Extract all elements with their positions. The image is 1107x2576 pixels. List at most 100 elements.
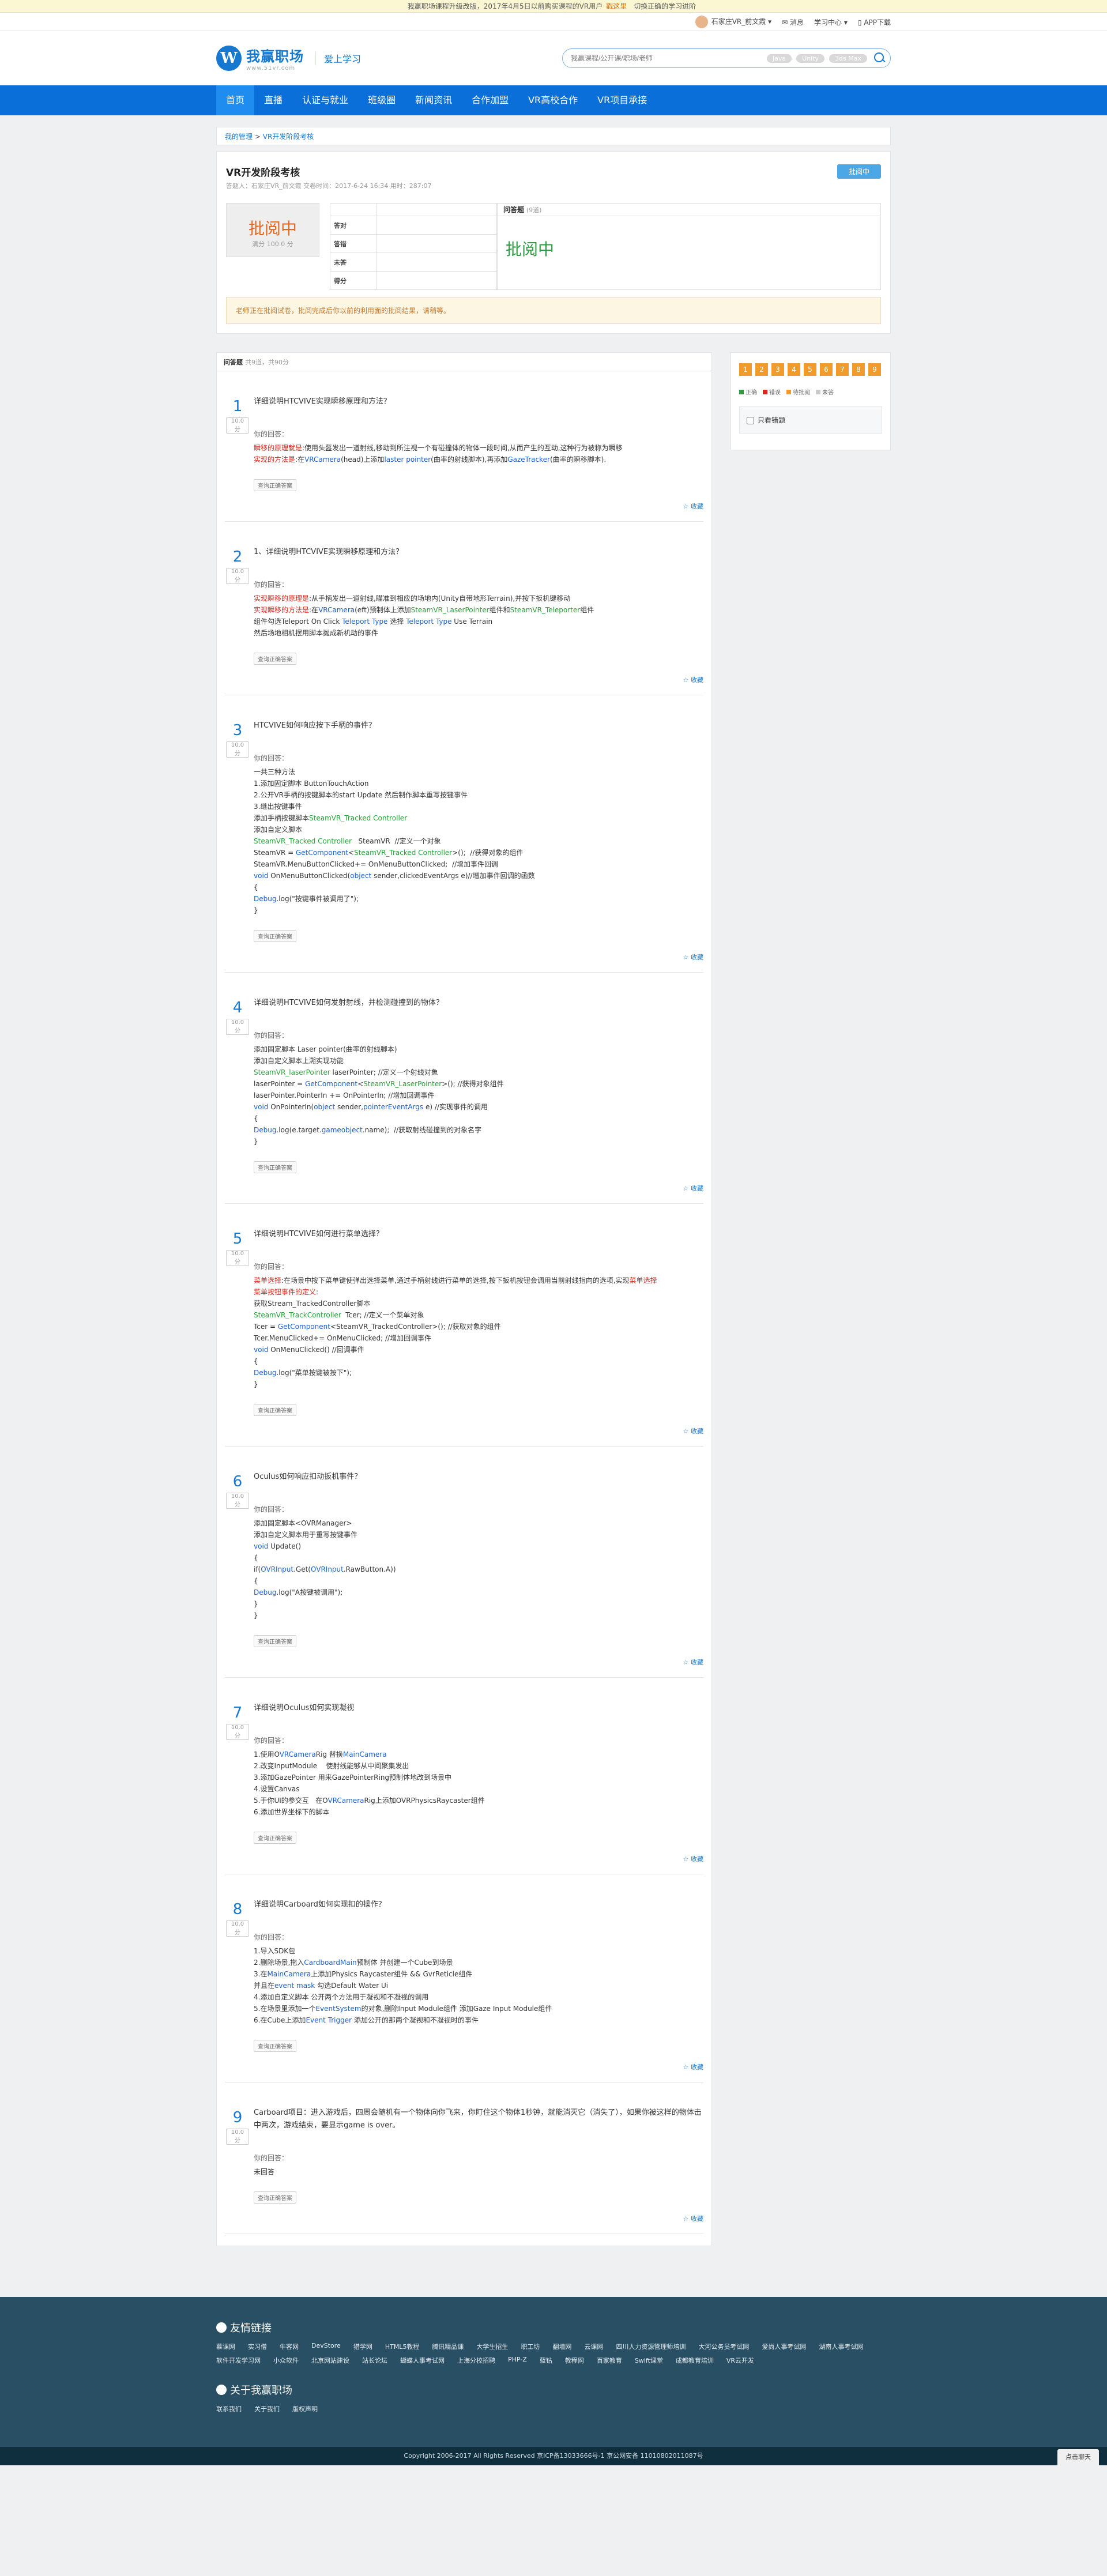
- about-link[interactable]: 关于我们: [254, 2404, 280, 2413]
- message-link[interactable]: ✉ 消息: [782, 17, 804, 27]
- breadcrumb-current[interactable]: VR开发阶段考核: [263, 133, 314, 141]
- answer-block: 你的回答： 未回答 查询正确答案: [254, 2153, 703, 2204]
- friend-link[interactable]: PHP-Z: [508, 2356, 527, 2365]
- question-index: 2: [232, 548, 243, 566]
- question-nav-item[interactable]: 3: [771, 363, 784, 376]
- question-title: 详细说明HTCVIVE如何进行菜单选择？: [254, 1230, 383, 1238]
- search-icon[interactable]: [872, 51, 887, 66]
- links-title: 友情链接: [230, 2322, 272, 2334]
- friend-link[interactable]: DevStore: [311, 2342, 341, 2351]
- about-link[interactable]: 版权声明: [292, 2404, 318, 2413]
- legend-item: 待批阅: [786, 387, 810, 396]
- favorite-button[interactable]: ☆ 收藏: [225, 2062, 703, 2072]
- legend-item: 正确: [739, 387, 757, 396]
- question-nav-item[interactable]: 4: [788, 363, 800, 376]
- show-answer-button[interactable]: 查询正确答案: [254, 2040, 296, 2052]
- friend-link[interactable]: 职工坊: [521, 2342, 540, 2351]
- nav-item-live[interactable]: 直播: [254, 85, 292, 115]
- show-answer-button[interactable]: 查询正确答案: [254, 1832, 296, 1844]
- favorite-button[interactable]: ☆ 收藏: [225, 1184, 703, 1193]
- question-score: 10.0分: [226, 1250, 249, 1266]
- nav-item-home[interactable]: 首页: [216, 85, 255, 115]
- question-nav-item[interactable]: 8: [852, 363, 865, 376]
- question-nav-item[interactable]: 1: [739, 363, 752, 376]
- about-link[interactable]: 联系我们: [216, 2404, 242, 2413]
- learn-center-link[interactable]: 学习中心 ▾: [814, 17, 848, 27]
- friend-link[interactable]: 小众软件: [273, 2356, 299, 2365]
- result-key: 得分: [330, 271, 376, 290]
- favorite-label: 收藏: [691, 1659, 703, 1666]
- friend-link[interactable]: 上海分校招聘: [457, 2356, 495, 2365]
- question-nav-item[interactable]: 7: [836, 363, 849, 376]
- friend-link[interactable]: 爱尚人事考试网: [762, 2342, 806, 2351]
- favorite-button[interactable]: ☆ 收藏: [225, 675, 703, 684]
- friend-link[interactable]: 软件开发学习网: [216, 2356, 261, 2365]
- favorite-button[interactable]: ☆ 收藏: [225, 1658, 703, 1667]
- question-number-grid: 123456789: [739, 363, 882, 376]
- friend-link[interactable]: 大学生招生: [476, 2342, 508, 2351]
- question-score: 10.0分: [226, 741, 249, 758]
- nav-item-certification[interactable]: 认证与就业: [292, 85, 358, 115]
- friend-link[interactable]: 蓝钻: [540, 2356, 552, 2365]
- answer-block: 你的回答： 1.使用OVRCameraRig 替换MainCamera 2.改变I…: [254, 1735, 703, 1844]
- question-nav-item[interactable]: 9: [868, 363, 881, 376]
- question-title: 详细说明Carboard如何实现扣的操作？: [254, 1900, 386, 1909]
- friend-link[interactable]: 蝴蝶人事考试网: [400, 2356, 445, 2365]
- favorite-button[interactable]: ☆ 收藏: [225, 502, 703, 511]
- show-answer-button[interactable]: 查询正确答案: [254, 2191, 296, 2204]
- notice-link[interactable]: 戳这里: [606, 2, 627, 10]
- favorite-button[interactable]: ☆ 收藏: [225, 952, 703, 962]
- show-answer-button[interactable]: 查询正确答案: [254, 653, 296, 665]
- friend-link[interactable]: 站长论坛: [362, 2356, 387, 2365]
- question-score: 10.0分: [226, 417, 249, 434]
- site-logo[interactable]: W 我赢职场 www.51vr.com: [216, 45, 304, 71]
- friend-link[interactable]: 牛客网: [280, 2342, 299, 2351]
- search-input[interactable]: [571, 54, 762, 62]
- friend-link[interactable]: 百家教育: [597, 2356, 622, 2365]
- friend-link[interactable]: 腾讯精品课: [432, 2342, 464, 2351]
- nav-item-class-circle[interactable]: 班级圈: [358, 85, 405, 115]
- friend-link[interactable]: Swift课堂: [635, 2356, 663, 2365]
- only-wrong-checkbox[interactable]: [747, 417, 754, 424]
- friend-link[interactable]: 云课网: [584, 2342, 603, 2351]
- show-answer-button[interactable]: 查询正确答案: [254, 1161, 296, 1173]
- show-answer-button[interactable]: 查询正确答案: [254, 1635, 296, 1647]
- show-answer-button[interactable]: 查询正确答案: [254, 479, 296, 491]
- friend-link[interactable]: HTML5教程: [385, 2342, 420, 2351]
- search-tag[interactable]: Unity: [796, 54, 825, 63]
- search-tag[interactable]: Java: [766, 54, 792, 63]
- question-nav-item[interactable]: 2: [755, 363, 768, 376]
- friend-link[interactable]: VR云开发: [726, 2356, 754, 2365]
- answer-text: 添加固定脚本<OVRManager> 添加自定义脚本用于重写按键事件 void …: [254, 1519, 396, 1620]
- search-tag[interactable]: 3ds Max: [829, 54, 867, 63]
- nav-item-vr-college[interactable]: VR高校合作: [518, 85, 588, 115]
- question-nav-item[interactable]: 6: [820, 363, 833, 376]
- favorite-button[interactable]: ☆ 收藏: [225, 1854, 703, 1863]
- friend-link[interactable]: 实习僧: [248, 2342, 267, 2351]
- user-menu[interactable]: 石家庄VR_前文霞 ▾: [695, 16, 771, 28]
- favorite-button[interactable]: ☆ 收藏: [225, 1426, 703, 1436]
- question-title: Carboard项目：进入游戏后，四周会随机有一个物体向你飞来，你盯住这个物体1…: [254, 2108, 702, 2130]
- friend-link[interactable]: 湖南人事考试网: [819, 2342, 863, 2351]
- nav-item-franchise[interactable]: 合作加盟: [462, 85, 518, 115]
- friend-link[interactable]: 翻墙网: [552, 2342, 571, 2351]
- top-bar: 石家庄VR_前文霞 ▾ ✉ 消息 学习中心 ▾ ▯ APP下载: [0, 13, 1107, 31]
- favorite-button[interactable]: ☆ 收藏: [225, 2214, 703, 2223]
- show-answer-button[interactable]: 查询正确答案: [254, 1404, 296, 1416]
- nav-item-news[interactable]: 新闻资讯: [405, 85, 462, 115]
- only-wrong-toggle[interactable]: 只看错题: [739, 406, 882, 434]
- friend-link[interactable]: 猎学网: [353, 2342, 372, 2351]
- friend-link[interactable]: 慕课网: [216, 2342, 235, 2351]
- question-nav-item[interactable]: 5: [804, 363, 816, 376]
- breadcrumb-home[interactable]: 我的管理: [225, 133, 253, 141]
- star-icon: ☆: [683, 503, 691, 510]
- friend-link[interactable]: 成都教育培训: [676, 2356, 714, 2365]
- nav-item-vr-project[interactable]: VR项目承接: [588, 85, 657, 115]
- show-answer-button[interactable]: 查询正确答案: [254, 930, 296, 942]
- app-download-link[interactable]: ▯ APP下载: [858, 17, 891, 27]
- friend-link[interactable]: 四川人力资源管理师培训: [616, 2342, 686, 2351]
- friend-link[interactable]: 教程网: [565, 2356, 584, 2365]
- friend-link[interactable]: 北京网站建设: [311, 2356, 349, 2365]
- friend-link[interactable]: 大河公务员考试网: [698, 2342, 749, 2351]
- chat-button[interactable]: 点击聊天: [1057, 2449, 1099, 2465]
